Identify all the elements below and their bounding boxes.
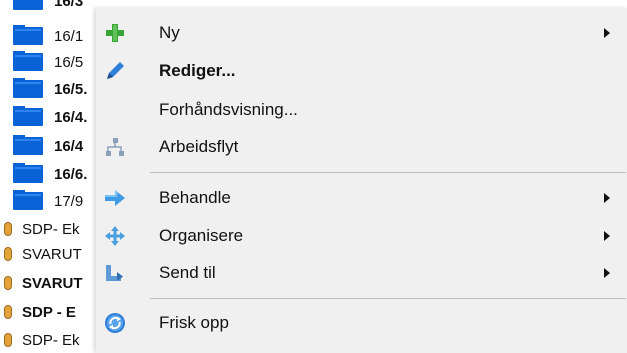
tree-item-label: SVARUT [22, 274, 83, 292]
folder-tree: 16/3 16/1 16/5 16/5. 16/4. 16/4 16/6. 17… [0, 0, 100, 349]
item-icon [4, 222, 12, 236]
arrow-right-icon [105, 190, 125, 206]
folder-icon [13, 190, 43, 210]
tree-item[interactable]: SDP- Ek [0, 218, 100, 240]
plus-icon [106, 24, 124, 42]
tree-item[interactable]: SDP- Ek [0, 329, 100, 351]
tree-folder-label: 16/6. [54, 165, 88, 183]
pencil-icon [107, 62, 124, 79]
menu-item-behandle[interactable]: Behandle [96, 182, 627, 214]
menu-label: Frisk opp [159, 313, 229, 332]
tree-folder[interactable]: 16/6. [0, 163, 100, 185]
item-icon [4, 305, 12, 319]
menu-label: Behandle [159, 188, 231, 207]
tree-item-label: SDP- Ek [22, 331, 80, 349]
submenu-arrow-icon [604, 231, 610, 241]
tree-folder[interactable]: 16/4 [0, 135, 100, 157]
folder-icon [13, 0, 43, 10]
tree-item-label: SVARUT [22, 245, 82, 263]
tree-folder-label: 16/1 [54, 27, 84, 45]
menu-item-frisk-opp[interactable]: Frisk opp [96, 307, 627, 339]
submenu-arrow-icon [604, 193, 610, 203]
item-icon [4, 276, 12, 290]
menu-item-ny[interactable]: Ny [96, 17, 627, 49]
menu-label: Send til [159, 263, 216, 282]
tree-item[interactable]: SDP - E [0, 301, 100, 323]
folder-icon [13, 51, 43, 71]
tree-folder-label: 16/3 [54, 0, 84, 10]
menu-label: Organisere [159, 226, 244, 245]
menu-label: Ny [159, 23, 180, 42]
folder-icon [13, 25, 43, 45]
menu-separator [150, 298, 626, 299]
tree-folder[interactable]: 16/5 [0, 51, 100, 73]
menu-label: Forhåndsvisning... [159, 100, 298, 119]
menu-item-forhandsvisning[interactable]: Forhåndsvisning... [96, 94, 627, 126]
folder-icon [13, 106, 43, 126]
tree-folder-label: 16/5 [54, 53, 84, 71]
tree-folder[interactable]: 16/3 [0, 0, 100, 12]
tree-folder-label: 17/9 [54, 192, 84, 210]
tree-folder-label: 16/4 [54, 137, 84, 155]
menu-item-arbeidsflyt[interactable]: Arbeidsflyt [96, 131, 627, 163]
submenu-arrow-icon [604, 28, 610, 38]
menu-separator [150, 172, 626, 173]
tree-item-label: SDP - E [22, 303, 76, 321]
workflow-icon [106, 138, 124, 156]
tree-folder[interactable]: 16/4. [0, 106, 100, 128]
tree-folder[interactable]: 16/1 [0, 25, 100, 47]
item-icon [4, 247, 12, 261]
tree-item[interactable]: SVARUT [0, 272, 100, 294]
menu-item-organisere[interactable]: Organisere [96, 220, 627, 252]
menu-item-send-til[interactable]: Send til [96, 257, 627, 289]
send-to-icon [106, 265, 123, 281]
context-menu: Ny Rediger... Forhåndsvisning... Arbeids… [96, 8, 627, 353]
menu-item-rediger[interactable]: Rediger... [96, 55, 627, 87]
tree-folder[interactable]: 16/5. [0, 78, 100, 100]
submenu-arrow-icon [604, 268, 610, 278]
folder-icon [13, 78, 43, 98]
menu-label: Rediger... [159, 61, 236, 80]
tree-folder-label: 16/4. [54, 108, 88, 126]
tree-folder[interactable]: 17/9 [0, 190, 100, 212]
move-icon [105, 226, 125, 246]
tree-item-label: SDP- Ek [22, 220, 80, 238]
tree-item[interactable]: SVARUT [0, 243, 100, 265]
menu-label: Arbeidsflyt [159, 137, 239, 156]
refresh-icon [105, 313, 125, 333]
tree-folder-label: 16/5. [54, 80, 88, 98]
folder-icon [13, 135, 43, 155]
folder-icon [13, 163, 43, 183]
